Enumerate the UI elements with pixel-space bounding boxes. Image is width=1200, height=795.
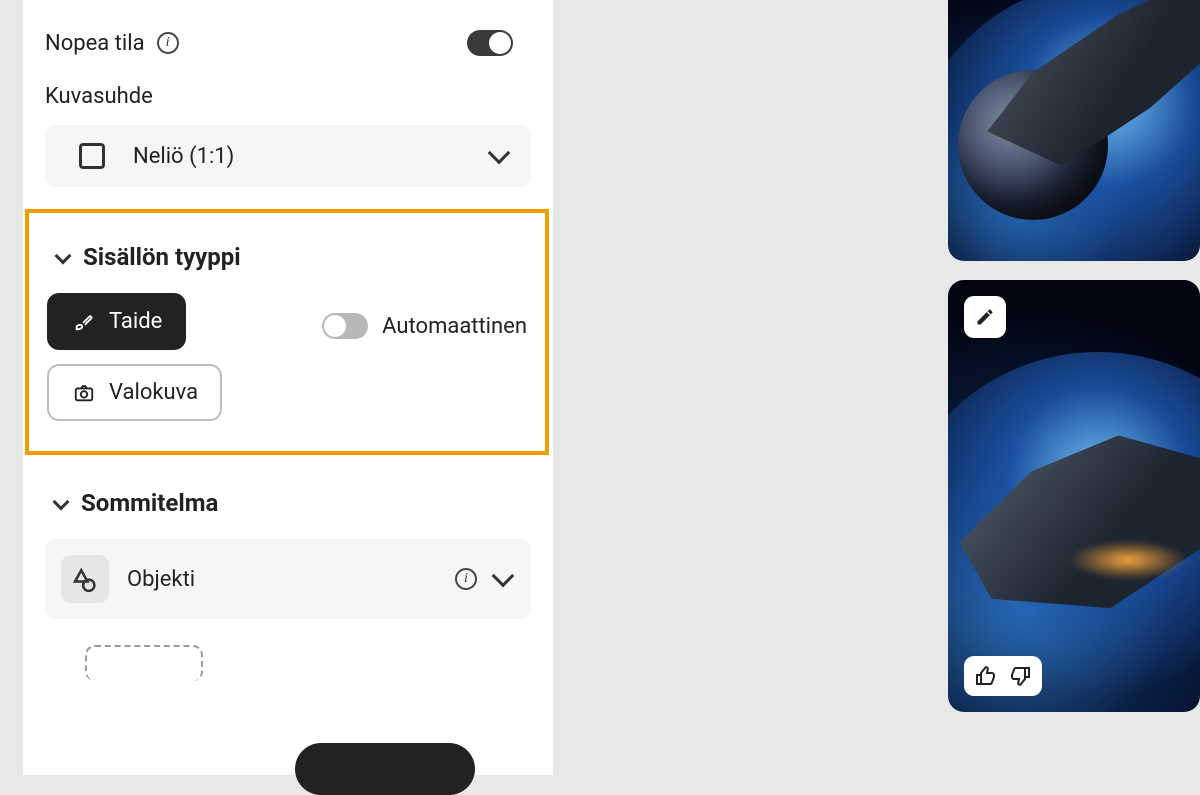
composition-title: Sommitelma <box>81 489 218 517</box>
fast-mode-row: Nopea tila i <box>23 0 553 68</box>
thumbs-up-icon[interactable] <box>974 664 998 688</box>
shapes-icon <box>70 564 100 594</box>
aspect-section-label: Kuvasuhde <box>23 68 553 119</box>
fast-mode-toggle[interactable] <box>467 30 513 56</box>
space-scene <box>948 280 1200 712</box>
edit-button[interactable] <box>964 296 1006 338</box>
object-left: Objekti <box>61 555 195 603</box>
chevron-down-icon <box>55 248 72 265</box>
pencil-icon <box>975 307 995 327</box>
upload-dropzone[interactable] <box>85 645 203 681</box>
composition-section: Sommitelma Objekti i <box>23 461 553 681</box>
object-row[interactable]: Objekti i <box>45 539 531 619</box>
chevron-down-icon <box>53 494 70 511</box>
chevron-down-icon <box>488 142 511 165</box>
space-scene <box>948 0 1200 261</box>
photo-chip-label: Valokuva <box>109 380 198 405</box>
rating-buttons <box>964 656 1042 696</box>
info-icon[interactable]: i <box>157 32 179 54</box>
art-chip-label: Taide <box>109 309 162 334</box>
auto-toggle-group: Automaattinen <box>322 313 527 339</box>
square-icon <box>79 143 105 169</box>
chevron-down-icon <box>492 565 515 588</box>
aspect-selected-label: Neliö (1:1) <box>133 144 234 169</box>
brush-icon <box>71 311 97 333</box>
composition-header[interactable]: Sommitelma <box>45 489 531 517</box>
info-icon[interactable]: i <box>455 568 477 590</box>
auto-toggle[interactable] <box>322 313 368 339</box>
result-image-1[interactable] <box>948 0 1200 261</box>
art-chip[interactable]: Taide <box>47 293 186 350</box>
toggle-knob <box>324 315 346 337</box>
fast-mode-label: Nopea tila <box>45 31 145 56</box>
fast-mode-label-group: Nopea tila i <box>45 31 179 56</box>
content-type-row: Taide Valokuva Automaattinen <box>47 293 527 421</box>
engine-glow <box>1068 540 1188 580</box>
aspect-left: Neliö (1:1) <box>79 143 234 169</box>
result-image-2[interactable] <box>948 280 1200 712</box>
object-label: Objekti <box>127 567 195 592</box>
content-type-title: Sisällön tyyppi <box>83 243 241 271</box>
photo-chip[interactable]: Valokuva <box>47 364 222 421</box>
auto-label: Automaattinen <box>382 314 527 339</box>
shapes-icon-wrap <box>61 555 109 603</box>
content-type-chips: Taide Valokuva <box>47 293 222 421</box>
action-pill[interactable] <box>295 743 475 795</box>
object-right: i <box>455 568 511 590</box>
content-type-section: Sisällön tyyppi Taide Valok <box>25 209 549 455</box>
thumbs-down-icon[interactable] <box>1008 664 1032 688</box>
aspect-ratio-select[interactable]: Neliö (1:1) <box>45 125 531 187</box>
content-type-header[interactable]: Sisällön tyyppi <box>47 243 527 271</box>
toggle-knob <box>489 32 511 54</box>
settings-panel: Nopea tila i Kuvasuhde Neliö (1:1) Sisäl… <box>23 0 553 775</box>
camera-icon <box>71 382 97 404</box>
